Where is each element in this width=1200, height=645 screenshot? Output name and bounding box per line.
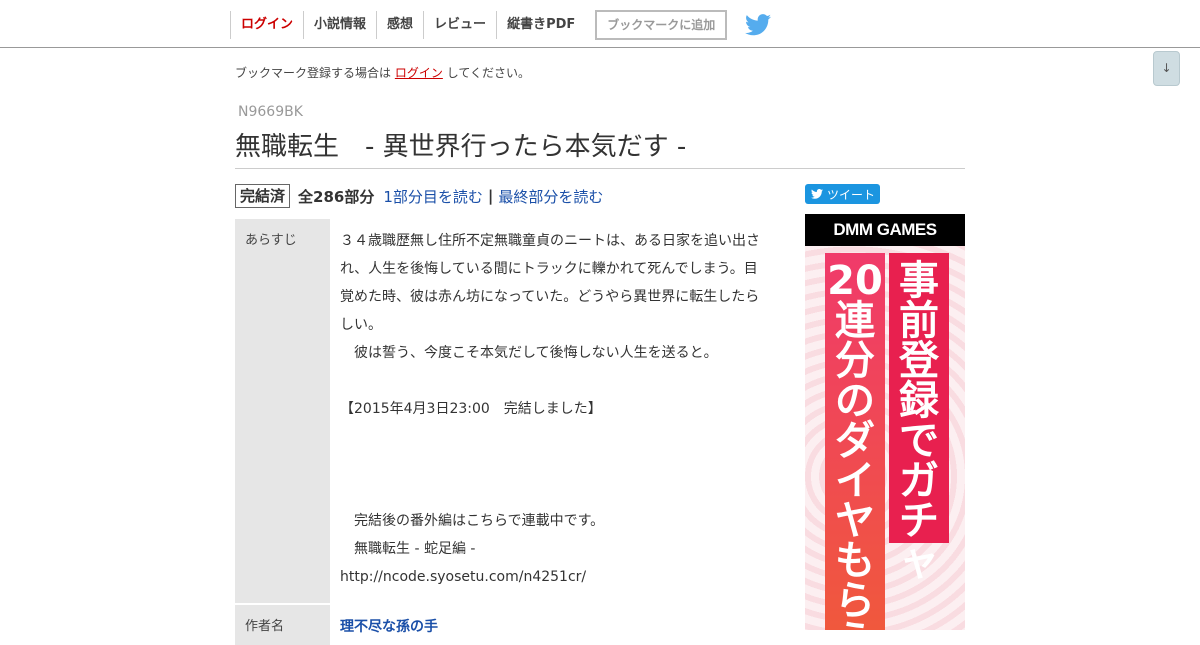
novel-status-row: 完結済 全286部分 1部分目を読む | 最終部分を読む <box>235 184 603 208</box>
summary-line <box>340 479 760 507</box>
add-bookmark-button[interactable]: ブックマークに追加 <box>595 10 728 40</box>
summary-line: 【2015年4月3日23:00 完結しました】 <box>340 401 602 417</box>
novel-title: 無職転生 - 異世界行ったら本気だす - <box>235 132 687 162</box>
author-link[interactable]: 理不尽な孫の手 <box>340 619 438 635</box>
read-first-link[interactable]: 1部分目を読む <box>383 186 483 207</box>
summary-line: 覚めた時、彼は赤ん坊になっていた。どうやら異世界に転生したら <box>340 289 760 305</box>
summary-line: 無職転生 - 蛇足編 - <box>340 541 476 557</box>
novel-code: N9669BK <box>238 104 303 120</box>
summary-line: れ、人生を後悔している間にトラックに轢かれて死んでしまう。目 <box>340 261 758 277</box>
summary-line: 完結後の番外編はこちらで連載中です。 <box>340 513 605 529</box>
link-separator: | <box>487 187 494 205</box>
scroll-down-button[interactable]: ↓ <box>1153 51 1180 86</box>
nav-login-link[interactable]: ログイン <box>230 11 303 39</box>
summary-row: あらすじ ３４歳職歴無し住所不定無職童貞のニートは、ある日家を追い出さ れ、人生… <box>235 219 770 603</box>
summary-url[interactable]: http://ncode.syosetu.com/n4251cr/ <box>340 563 760 591</box>
status-badge: 完結済 <box>235 184 291 208</box>
title-divider <box>235 168 965 169</box>
summary-line: しい。 <box>340 317 382 333</box>
bookmark-login-notice: ブックマーク登録する場合は ログイン してください。 <box>235 64 530 81</box>
twitter-icon[interactable] <box>745 14 772 36</box>
top-navigation-bar: ログイン 小説情報 感想 レビュー 縦書きPDF ブックマークに追加 <box>0 0 1200 48</box>
episode-count: 全286部分 <box>298 187 375 206</box>
summary-line <box>340 451 760 479</box>
summary-line <box>340 423 760 451</box>
twitter-bird-icon <box>811 189 823 199</box>
novel-info-table: あらすじ ３４歳職歴無し住所不定無職童貞のニートは、ある日家を追い出さ れ、人生… <box>235 219 770 645</box>
summary-line: 彼は誓う、今度こそ本気だして後悔しない人生を送ると。 <box>340 345 718 361</box>
summary-label: あらすじ <box>235 219 330 603</box>
author-row: 作者名 理不尽な孫の手 <box>235 605 770 645</box>
tweet-label: ツイート <box>827 187 876 202</box>
summary-text: ３４歳職歴無し住所不定無職童貞のニートは、ある日家を追い出さ れ、人生を後悔して… <box>330 219 770 603</box>
summary-line <box>340 367 760 395</box>
read-last-link[interactable]: 最終部分を読む <box>498 186 603 207</box>
ad-text-line1: 事前登録でガチャ <box>889 253 949 581</box>
nav-review-link[interactable]: レビュー <box>423 11 496 39</box>
nav-impressions-link[interactable]: 感想 <box>376 11 423 39</box>
ad-text-line2: 20連分のダイヤもらえる <box>825 253 885 630</box>
notice-text-after: してください。 <box>446 66 530 80</box>
notice-login-link[interactable]: ログイン <box>395 66 443 80</box>
notice-text-before: ブックマーク登録する場合は <box>235 66 392 80</box>
ad-brand-logo: DMM GAMES <box>805 214 965 246</box>
nav-menu: ログイン 小説情報 感想 レビュー 縦書きPDF ブックマークに追加 <box>230 10 772 40</box>
nav-pdf-link[interactable]: 縦書きPDF <box>496 11 585 39</box>
nav-novel-info-link[interactable]: 小説情報 <box>303 11 376 39</box>
tweet-button[interactable]: ツイート <box>805 184 880 204</box>
author-label: 作者名 <box>235 605 330 645</box>
advertisement-banner[interactable]: DMM GAMES 事前登録でガチャ 20連分のダイヤもらえる <box>805 214 965 630</box>
summary-line: ３４歳職歴無し住所不定無職童貞のニートは、ある日家を追い出さ <box>340 233 760 249</box>
